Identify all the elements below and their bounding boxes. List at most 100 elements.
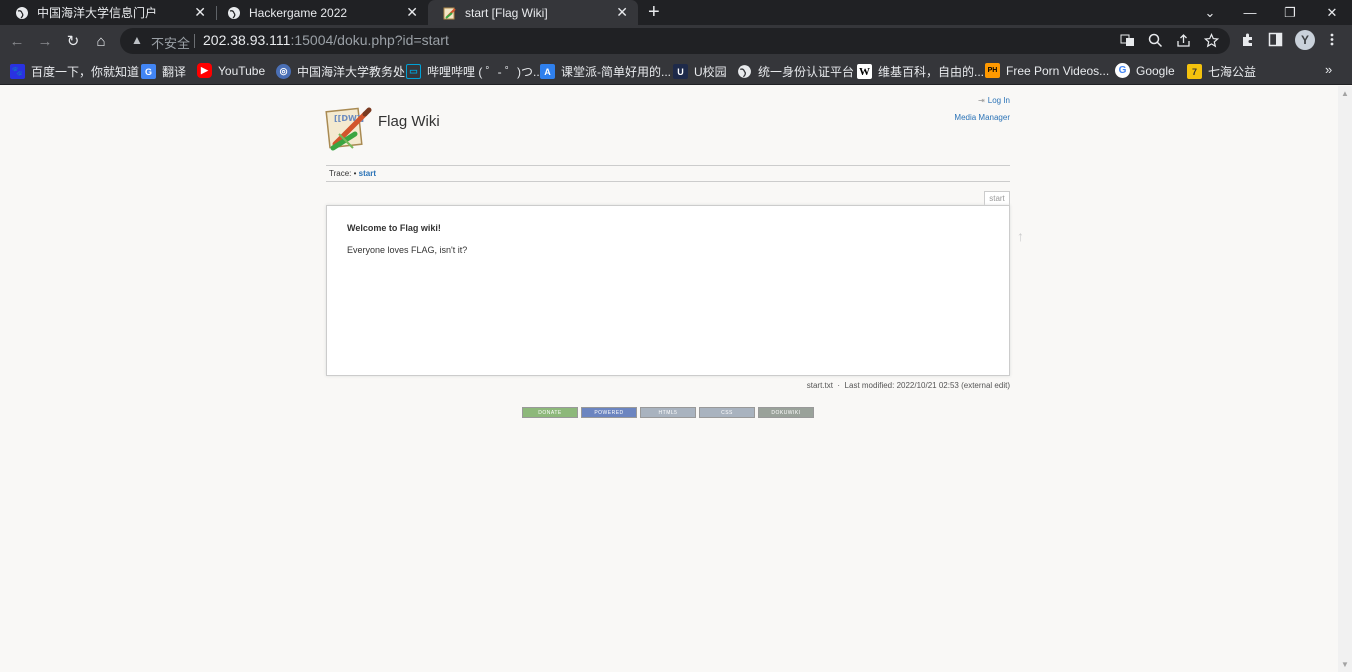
dokuwiki-logo-icon[interactable]: [[DW]] bbox=[325, 104, 373, 152]
url-path: :15004/doku.php?id=start bbox=[290, 32, 449, 48]
trace-link-start[interactable]: start bbox=[359, 169, 376, 178]
bookmarks-overflow-icon[interactable]: » bbox=[1325, 62, 1332, 77]
bookmark-google[interactable]: G Google bbox=[1115, 63, 1175, 78]
profile-avatar[interactable]: Y bbox=[1295, 30, 1315, 50]
wiki-title[interactable]: Flag Wiki bbox=[378, 113, 440, 130]
bookmark-label: 维基百科，自由的... bbox=[878, 65, 985, 79]
login-link[interactable]: ⇥ Log In bbox=[954, 92, 1010, 109]
translate-icon[interactable] bbox=[1120, 33, 1135, 48]
bookmark-label: U校园 bbox=[694, 65, 727, 79]
page-id-tab[interactable]: start bbox=[984, 191, 1010, 205]
tab-title: 中国海洋大学信息门户 bbox=[37, 6, 158, 20]
security-label[interactable]: 不安全 bbox=[151, 33, 190, 52]
qihai-icon: 7 bbox=[1187, 64, 1202, 79]
scroll-down-icon[interactable]: ▼ bbox=[1341, 660, 1349, 669]
bookmark-qihai[interactable]: 7 七海公益 bbox=[1187, 63, 1256, 80]
wiki-content: Welcome to Flag wiki! Everyone loves FLA… bbox=[326, 205, 1010, 376]
ketangpai-icon: A bbox=[540, 64, 555, 79]
bookmark-ouc-jwc[interactable]: ◎ 中国海洋大学教务处 bbox=[276, 63, 405, 80]
tab-title: start [Flag Wiki] bbox=[465, 5, 548, 20]
bookmark-label: 七海公益 bbox=[1208, 65, 1257, 79]
footer-badges: DONATE POWERED HTML5 CSS DOKUWIKI bbox=[522, 407, 814, 418]
menu-kebab-icon[interactable] bbox=[1326, 32, 1338, 47]
vertical-scrollbar[interactable]: ▲ ▼ bbox=[1338, 86, 1352, 672]
login-icon: ⇥ bbox=[978, 96, 985, 105]
translate-icon: G bbox=[141, 64, 156, 79]
bookmark-label: Free Porn Videos... bbox=[1006, 63, 1110, 78]
doc-info: start.txt · Last modified: 2022/10/21 02… bbox=[806, 381, 1010, 390]
page-heading: Welcome to Flag wiki! bbox=[347, 223, 441, 233]
trace-label: Trace: bbox=[329, 169, 352, 178]
globe-icon bbox=[16, 6, 28, 19]
globe-icon bbox=[228, 6, 240, 19]
bookmark-label: 翻译 bbox=[162, 65, 187, 79]
doc-filename: start.txt bbox=[806, 381, 833, 390]
user-tools: ⇥ Log In Media Manager bbox=[954, 92, 1010, 126]
extensions-icon[interactable] bbox=[1240, 32, 1255, 47]
bookmark-wikipedia[interactable]: W 维基百科，自由的... bbox=[857, 63, 984, 80]
close-icon[interactable]: ✕ bbox=[406, 5, 418, 19]
bookmark-translate[interactable]: G 翻译 bbox=[141, 63, 186, 80]
close-icon[interactable]: ✕ bbox=[616, 5, 628, 19]
breadcrumb: Trace: • start bbox=[326, 165, 1010, 182]
bookmark-label: 课堂派-简单好用的... bbox=[561, 65, 671, 79]
bilibili-icon: ▭ bbox=[406, 64, 421, 79]
url-text[interactable]: 202.38.93.111:15004/doku.php?id=start bbox=[203, 32, 449, 48]
scroll-up-icon[interactable]: ▲ bbox=[1341, 89, 1349, 98]
reload-button[interactable]: ↻ bbox=[62, 30, 84, 52]
tab-hackergame[interactable]: Hackergame 2022 ✕ bbox=[212, 0, 428, 25]
doc-last-modified: Last modified: 2022/10/21 02:53 (externa… bbox=[844, 381, 1010, 390]
bookmarks-bar: 🐾 百度一下，你就知道 G 翻译 ▶ YouTube ◎ 中国海洋大学教务处 ▭… bbox=[0, 57, 1352, 85]
globe-icon bbox=[738, 65, 751, 78]
side-panel-icon[interactable] bbox=[1268, 32, 1283, 47]
tab-ouc-portal[interactable]: 中国海洋大学信息门户 ✕ bbox=[0, 0, 216, 25]
bookmark-label: Google bbox=[1136, 63, 1175, 78]
google-icon: G bbox=[1115, 63, 1130, 78]
page-body-text: Everyone loves FLAG, isn't it? bbox=[347, 245, 468, 255]
browser-tab-bar: 中国海洋大学信息门户 ✕ Hackergame 2022 ✕ start [Fl… bbox=[0, 0, 1352, 25]
media-manager-link[interactable]: Media Manager bbox=[954, 109, 1010, 126]
new-tab-button[interactable]: + bbox=[648, 1, 660, 23]
bookmark-ketangpai[interactable]: A 课堂派-简单好用的... bbox=[540, 63, 671, 80]
window-close-button[interactable]: ✕ bbox=[1312, 0, 1352, 25]
omnibox-divider bbox=[194, 34, 195, 48]
url-host: 202.38.93.111 bbox=[203, 32, 291, 48]
bookmark-bilibili[interactable]: ▭ 哔哩哔哩 ( ゜- ゜)つ... bbox=[406, 63, 543, 80]
css-badge[interactable]: CSS bbox=[699, 407, 755, 418]
bookmark-uxiaoyuan[interactable]: U U校园 bbox=[673, 63, 727, 80]
html5-badge[interactable]: HTML5 bbox=[640, 407, 696, 418]
forward-button[interactable]: → bbox=[34, 30, 56, 52]
share-icon[interactable] bbox=[1176, 33, 1191, 48]
bookmark-baidu[interactable]: 🐾 百度一下，你就知道 bbox=[10, 63, 139, 80]
bookmark-auth[interactable]: 统一身份认证平台 bbox=[737, 63, 854, 80]
zoom-icon[interactable] bbox=[1148, 33, 1163, 48]
warning-icon[interactable]: ▲ bbox=[131, 33, 143, 47]
back-button[interactable]: ← bbox=[6, 30, 28, 52]
bookmark-label: 统一身份认证平台 bbox=[758, 65, 855, 79]
address-bar[interactable]: ▲ 不安全 202.38.93.111:15004/doku.php?id=st… bbox=[120, 28, 1230, 54]
close-icon[interactable]: ✕ bbox=[194, 5, 206, 19]
bookmark-label: YouTube bbox=[218, 63, 266, 78]
bookmark-ph[interactable]: PH Free Porn Videos... bbox=[985, 63, 1109, 78]
restore-button[interactable]: ❐ bbox=[1270, 0, 1310, 25]
tab-title: Hackergame 2022 bbox=[249, 5, 348, 20]
tab-flag-wiki[interactable]: start [Flag Wiki] ✕ bbox=[428, 0, 638, 25]
bookmark-label: 百度一下，你就知道 bbox=[31, 65, 140, 79]
minimize-button[interactable]: — bbox=[1230, 0, 1270, 25]
donate-badge[interactable]: DONATE bbox=[522, 407, 578, 418]
dokuwiki-badge[interactable]: DOKUWIKI bbox=[758, 407, 814, 418]
ouc-icon: ◎ bbox=[276, 64, 291, 79]
bookmark-label: 中国海洋大学教务处 bbox=[297, 65, 406, 79]
php-badge[interactable]: POWERED bbox=[581, 407, 637, 418]
youtube-icon: ▶ bbox=[197, 63, 212, 78]
bookmark-star-icon[interactable] bbox=[1204, 33, 1219, 48]
tab-search-dropdown-icon[interactable]: ⌄ bbox=[1190, 0, 1230, 25]
baidu-icon: 🐾 bbox=[10, 64, 25, 79]
bookmark-label: 哔哩哔哩 ( ゜- ゜)つ... bbox=[427, 65, 543, 79]
back-to-top-icon[interactable]: ↑ bbox=[1017, 228, 1024, 244]
browser-toolbar: ← → ↻ ⌂ ▲ 不安全 202.38.93.111:15004/doku.p… bbox=[0, 25, 1352, 57]
uxiaoyuan-icon: U bbox=[673, 64, 688, 79]
home-button[interactable]: ⌂ bbox=[90, 30, 112, 52]
wikipedia-icon: W bbox=[857, 64, 872, 79]
bookmark-youtube[interactable]: ▶ YouTube bbox=[197, 63, 265, 78]
